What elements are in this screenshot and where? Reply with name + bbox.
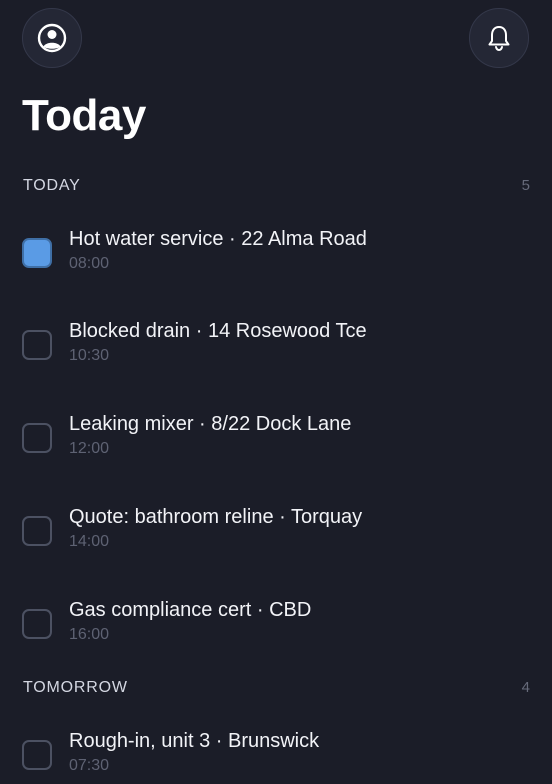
section-count: 4 [521,679,530,696]
task-item[interactable]: Hot water service · 22 Alma Road 08:00 [22,226,530,282]
task-item[interactable]: Quote: bathroom reline · Torquay 14:00 [22,504,530,560]
task-item[interactable]: Leaking mixer · 8/22 Dock Lane 12:00 [22,411,530,467]
page-title: Today [22,91,146,140]
task-title: Leaking mixer · 8/22 Dock Lane [69,413,352,435]
task-checkbox[interactable] [22,609,52,639]
task-title: Blocked drain · 14 Rosewood Tce [69,320,367,342]
task-item[interactable]: Rough-in, unit 3 · Brunswick 07:30 [22,728,530,784]
task-item[interactable]: Gas compliance cert · CBD 16:00 [22,597,530,653]
user-circle-icon [36,22,68,54]
task-time: 16:00 [69,626,110,643]
section-header-tomorrow: TOMORROW 4 [22,678,530,698]
section-count: 5 [521,177,530,194]
task-title: Hot water service · 22 Alma Road [69,228,367,250]
section-header-today: TODAY 5 [22,176,530,196]
task-item[interactable]: Blocked drain · 14 Rosewood Tce 10:30 [22,318,530,374]
task-time: 07:30 [69,757,110,774]
task-checkbox[interactable] [22,516,52,546]
task-title: Gas compliance cert · CBD [69,599,312,621]
task-time: 08:00 [69,255,110,272]
task-checkbox[interactable] [22,330,52,360]
section-label: TOMORROW [23,679,128,696]
bell-icon [484,23,514,53]
task-title: Quote: bathroom reline · Torquay [69,506,363,528]
task-time: 12:00 [69,440,110,457]
task-checkbox[interactable] [22,740,52,770]
notifications-button[interactable] [469,8,529,68]
section-label: TODAY [23,177,81,194]
task-checkbox[interactable] [22,423,52,453]
task-time: 10:30 [69,347,110,364]
task-time: 14:00 [69,533,110,550]
profile-button[interactable] [22,8,82,68]
task-title: Rough-in, unit 3 · Brunswick [69,730,320,752]
task-checkbox[interactable] [22,238,52,268]
